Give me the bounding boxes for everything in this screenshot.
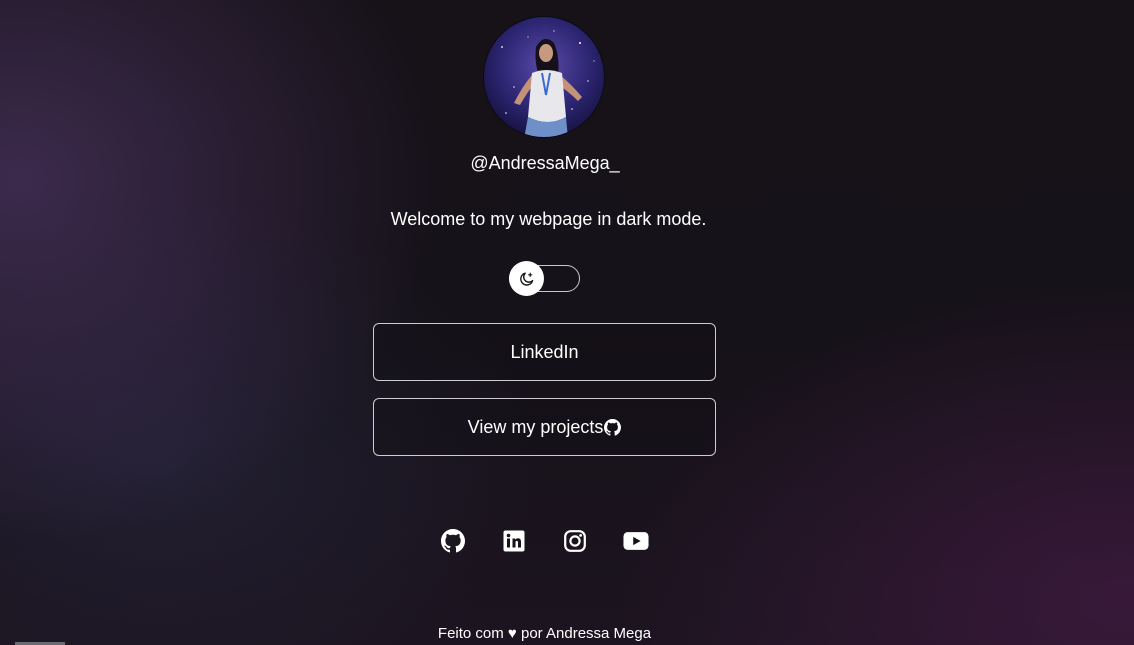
footer-credit: Feito com ♥ por Andressa Mega [437,625,652,642]
youtube-icon [623,532,649,550]
social-github-link[interactable] [440,528,466,554]
github-icon [441,529,465,553]
toggle-knob[interactable] [509,261,544,296]
dark-mode-toggle[interactable] [509,261,580,296]
social-links [440,528,660,554]
instagram-icon [564,530,586,552]
view-projects-button[interactable]: View my projects [373,398,716,456]
view-projects-label: View my projects [467,416,604,437]
moon-stars-icon [519,272,533,286]
profile-handle: @AndressaMega_ [470,153,620,173]
profile-avatar [483,16,605,138]
linkedin-link-label: LinkedIn [510,341,579,362]
social-linkedin-link[interactable] [501,528,527,554]
social-youtube-link[interactable] [623,528,649,554]
linkedin-icon [503,530,525,552]
linkedin-link-button[interactable]: LinkedIn [373,323,716,381]
welcome-message: Welcome to my webpage in dark mode. [390,209,707,229]
social-instagram-link[interactable] [562,528,588,554]
github-icon [604,418,622,436]
